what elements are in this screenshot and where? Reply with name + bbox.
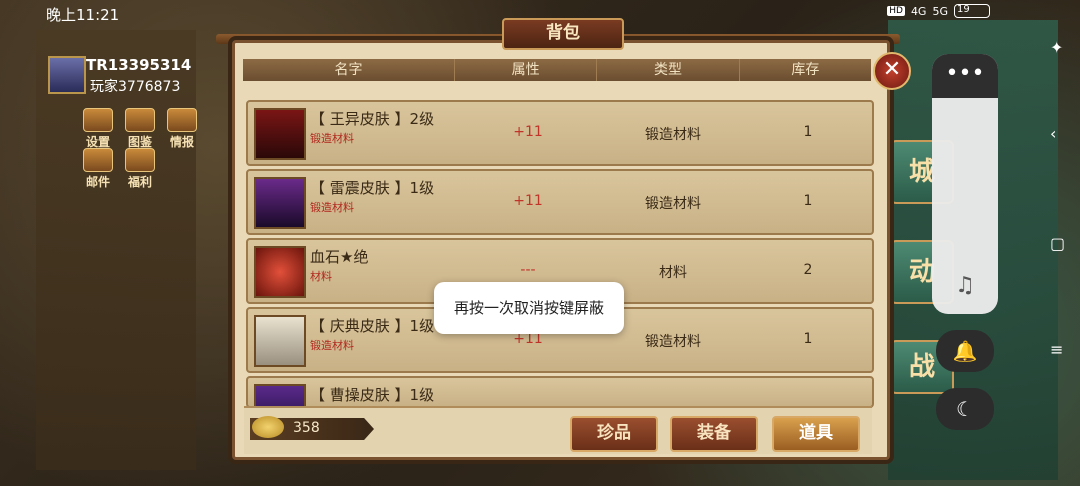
item-stock: 2 — [803, 262, 813, 278]
bell-icon: 🔔 — [952, 339, 978, 363]
item-name: 血石★绝 — [310, 248, 369, 266]
item-type: 材料 — [659, 265, 687, 281]
item-name: 【 曹操皮肤 】1级 — [310, 386, 435, 404]
item-category: 材料 — [310, 270, 332, 283]
back-icon[interactable]: ‹ — [1050, 124, 1056, 143]
item-stock: 1 — [803, 124, 813, 140]
item-thumbnail — [254, 384, 306, 406]
table-row[interactable]: 【 曹操皮肤 】1级 — [246, 376, 874, 408]
item-thumbnail — [254, 177, 306, 229]
item-category: 锻造材料 — [310, 201, 354, 214]
accessibility-icon[interactable]: ✦ — [1050, 38, 1063, 57]
intel-icon — [167, 108, 197, 132]
hd-badge: HD — [887, 6, 905, 16]
mail-button[interactable]: 邮件 — [78, 148, 118, 190]
battery-icon: 19 — [954, 4, 990, 18]
home-icon[interactable]: ▢ — [1050, 234, 1065, 253]
network-4g: 4G — [910, 4, 927, 18]
item-attr: --- — [520, 262, 536, 278]
item-category: 锻造材料 — [310, 339, 354, 352]
music-icon[interactable]: ♫ — [932, 262, 998, 314]
more-icon[interactable]: ••• — [932, 54, 998, 98]
item-type: 锻造材料 — [645, 334, 701, 350]
moon-icon: ☾ — [956, 397, 974, 421]
toast-message: 再按一次取消按键屏蔽 — [434, 282, 624, 334]
item-category: 锻造材料 — [310, 132, 354, 145]
item-stock: 1 — [803, 331, 813, 347]
item-type: 锻造材料 — [645, 127, 701, 143]
item-name: 【 王异皮肤 】2级 — [310, 110, 435, 128]
player-name: 玩家3776873 — [90, 79, 181, 95]
tab-treasures[interactable]: 珍品 — [570, 416, 658, 452]
recents-icon[interactable]: ≡ — [1050, 340, 1063, 359]
status-icons: HD 4G 5G 19 — [887, 4, 990, 18]
codex-button[interactable]: 图鉴 — [120, 108, 160, 150]
table-row[interactable]: 【 雷震皮肤 】1级 锻造材料 +11 锻造材料 1 — [246, 169, 874, 235]
player-avatar[interactable] — [48, 56, 86, 94]
welfare-button[interactable]: 福利 — [120, 148, 160, 190]
item-type: 锻造材料 — [645, 196, 701, 212]
col-attr: 属性 — [455, 59, 598, 81]
item-thumbnail — [254, 108, 306, 160]
close-button[interactable]: ✕ — [873, 52, 911, 90]
settings-icon — [83, 108, 113, 132]
item-name: 【 庆典皮肤 】1级 — [310, 317, 435, 335]
bag-title: 背包 — [502, 18, 624, 50]
intel-button[interactable]: 情报 — [162, 108, 202, 150]
item-stock: 1 — [803, 193, 813, 209]
item-thumbnail — [254, 315, 306, 367]
item-thumbnail — [254, 246, 306, 298]
mail-icon — [83, 148, 113, 172]
item-name: 【 雷震皮肤 】1级 — [310, 179, 435, 197]
codex-icon — [125, 108, 155, 132]
gold-ingot-icon — [252, 416, 284, 438]
moon-button[interactable]: ☾ — [936, 388, 994, 430]
table-row[interactable]: 【 王异皮肤 】2级 锻造材料 +11 锻造材料 1 — [246, 100, 874, 166]
bell-button[interactable]: 🔔 — [936, 330, 994, 372]
item-attr: +11 — [513, 124, 543, 140]
col-name: 名字 — [243, 59, 455, 81]
player-id: TR13395314 — [86, 56, 192, 74]
settings-button[interactable]: 设置 — [78, 108, 118, 150]
col-type: 类型 — [597, 59, 740, 81]
col-stock: 库存 — [791, 62, 820, 78]
tab-items[interactable]: 道具 — [772, 416, 860, 452]
coin-amount: 358 — [293, 420, 320, 436]
tab-equipment[interactable]: 装备 — [670, 416, 758, 452]
clock: 晚上11:21 — [46, 6, 120, 24]
item-attr: +11 — [513, 193, 543, 209]
table-header: 名字 属性 类型 库存 — [243, 59, 871, 81]
welfare-icon — [125, 148, 155, 172]
close-icon: ✕ — [882, 57, 902, 82]
left-side-panel — [36, 30, 196, 470]
network-5g: 5G — [932, 4, 948, 18]
